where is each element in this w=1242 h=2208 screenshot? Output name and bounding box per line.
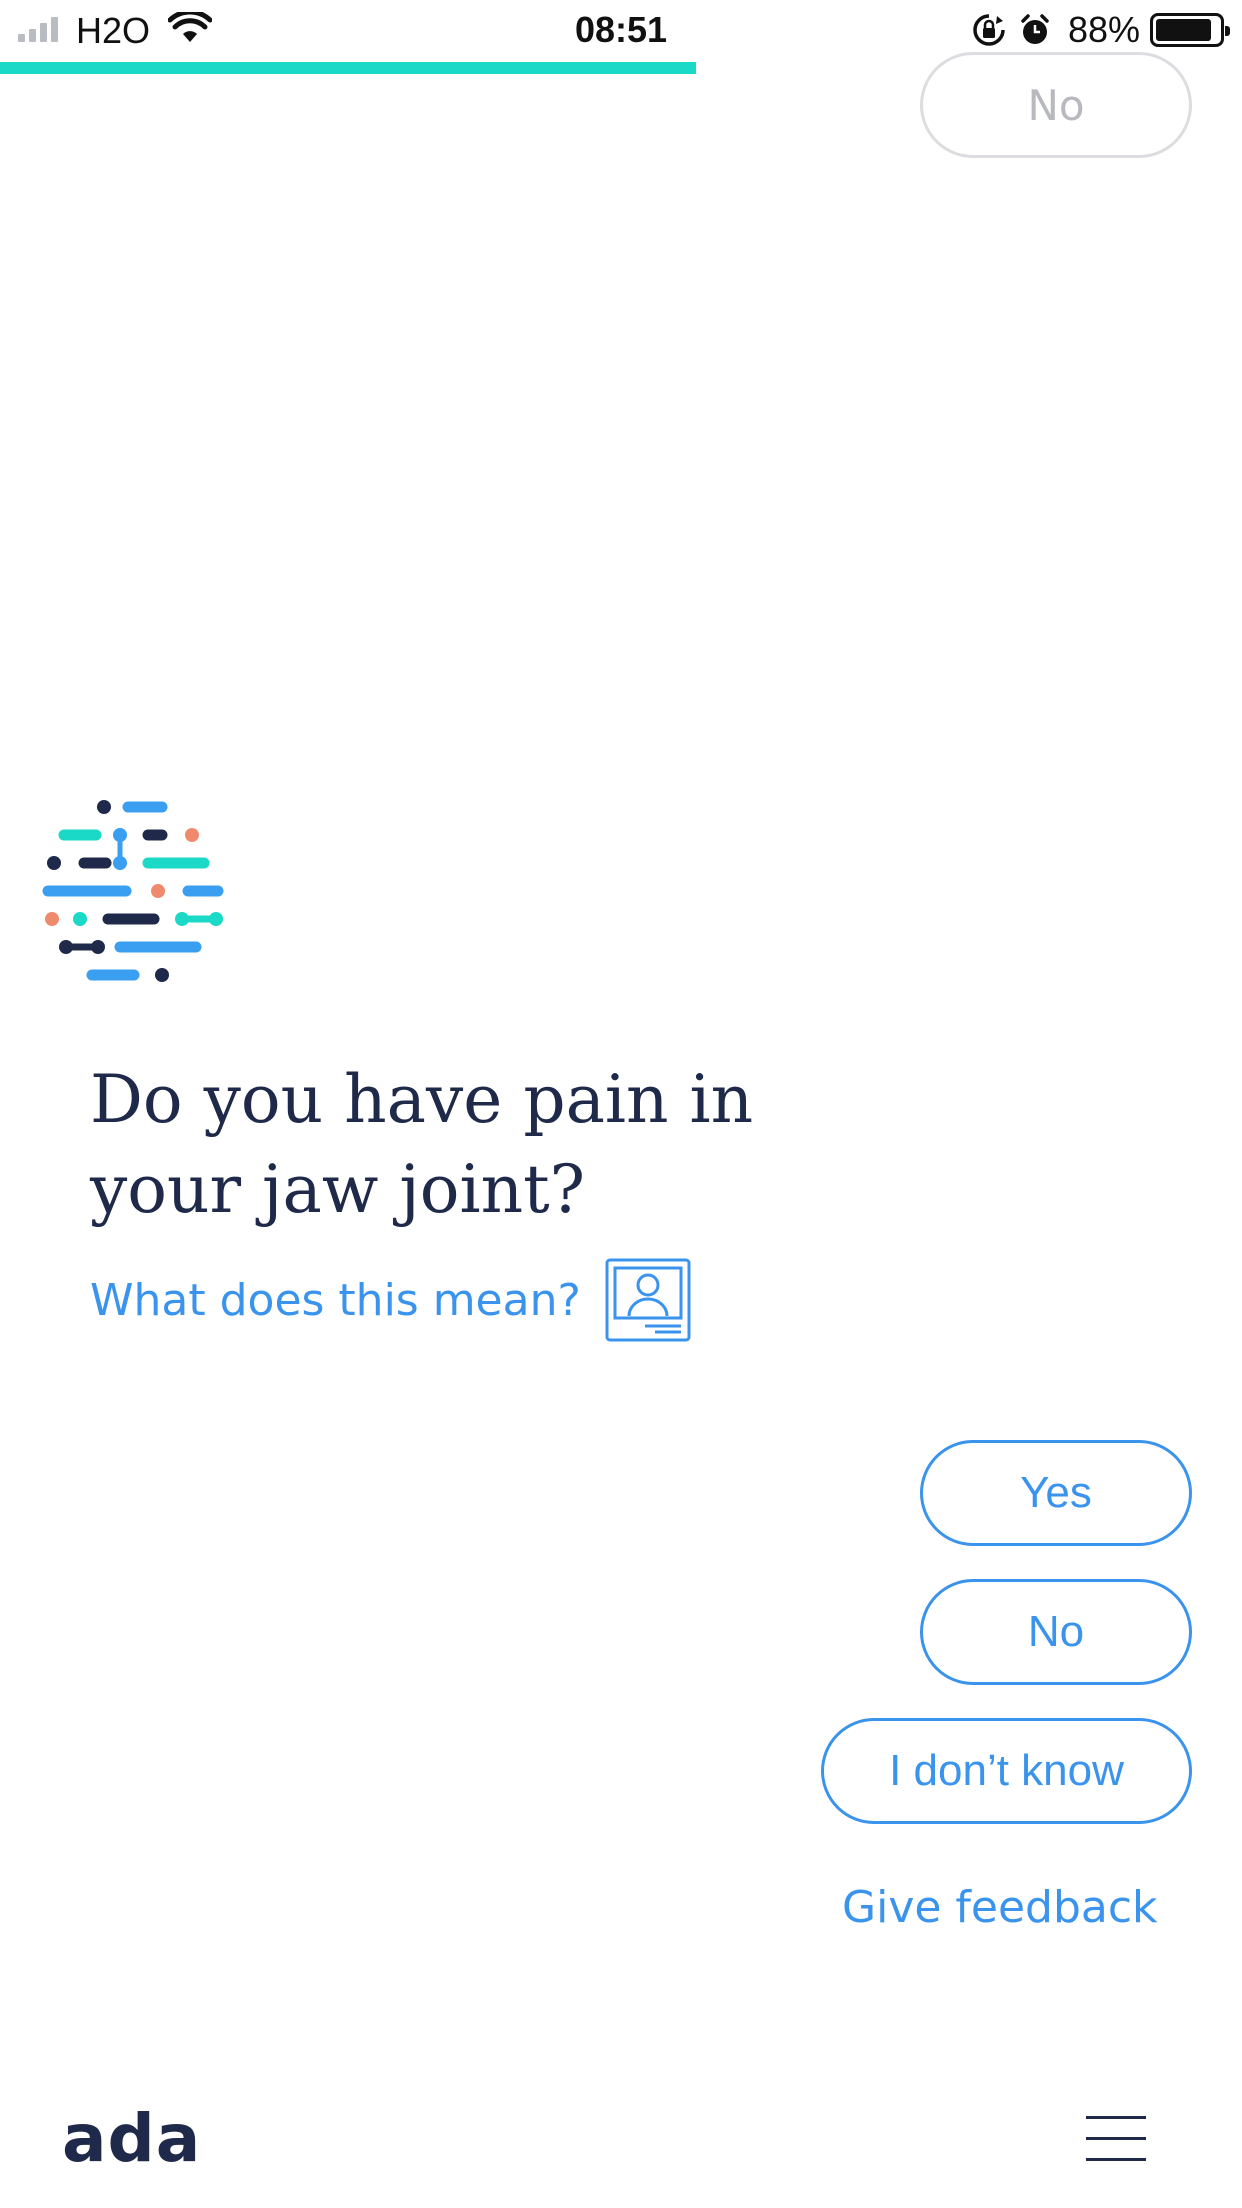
dont-know-button[interactable]: I don’t know: [821, 1718, 1192, 1824]
battery-percent: 88%: [1067, 9, 1140, 50]
progress-fill: [0, 62, 696, 74]
question-text: Do you have pain in your jaw joint?: [90, 1061, 754, 1228]
previous-answer-bubble: No: [920, 52, 1192, 158]
yes-button[interactable]: Yes: [920, 1440, 1192, 1546]
explain-row[interactable]: What does this mean?: [90, 1258, 691, 1342]
profile-card-icon[interactable]: [605, 1258, 691, 1342]
ada-logo: ada: [62, 2100, 202, 2177]
hamburger-menu-icon[interactable]: [1086, 2112, 1150, 2166]
no-button[interactable]: No: [920, 1579, 1192, 1685]
rotation-lock-icon: [973, 14, 1005, 46]
battery-icon: [1150, 13, 1230, 47]
give-feedback-link[interactable]: Give feedback: [842, 1882, 1158, 1933]
ada-avatar-icon: [42, 800, 224, 982]
alarm-icon: [1021, 14, 1049, 44]
what-does-this-mean-link[interactable]: What does this mean?: [90, 1275, 581, 1326]
status-right: 88%: [972, 9, 1230, 50]
